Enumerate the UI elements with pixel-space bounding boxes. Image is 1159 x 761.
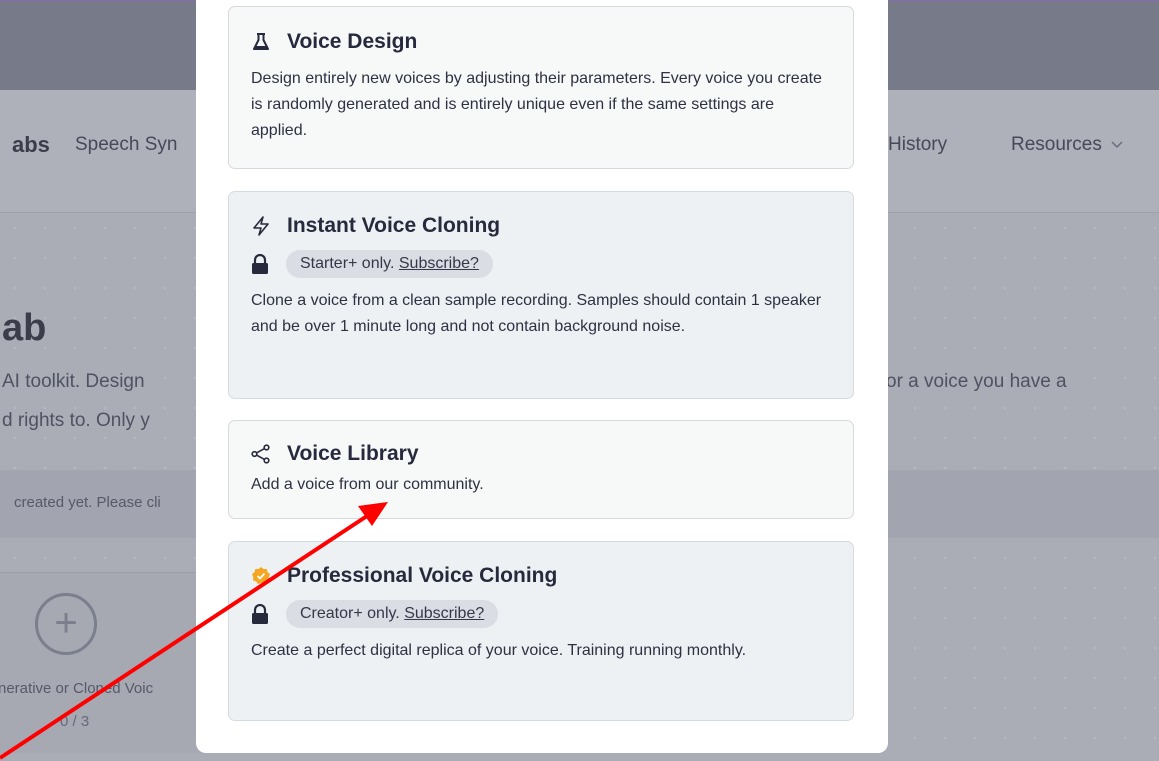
plus-circle-icon[interactable]: +: [35, 593, 97, 655]
subscribe-link[interactable]: Subscribe?: [399, 255, 479, 272]
add-voice-label: nerative or Cloned Voic: [0, 680, 154, 697]
page-description-right-1: or a voice you have a: [886, 371, 1067, 392]
voice-slot-count: 0 / 3: [60, 713, 90, 730]
tier-restriction: Creator+ only. Subscribe?: [251, 600, 831, 628]
tier-badge-text: Creator+ only.: [300, 605, 400, 622]
tier-badge: Creator+ only. Subscribe?: [286, 600, 499, 628]
option-title-label: Voice Design: [287, 30, 418, 53]
nav-resources-label: Resources: [1011, 134, 1102, 155]
tier-restriction: Starter+ only. Subscribe?: [251, 250, 831, 278]
option-professional-voice-cloning-title: Professional Voice Cloning: [251, 564, 831, 588]
lock-icon: [252, 254, 268, 274]
add-voice-modal: Voice Design Design entirely new voices …: [196, 0, 888, 753]
option-voice-library[interactable]: Voice Library Add a voice from our commu…: [228, 420, 854, 519]
notice-text: created yet. Please cli: [14, 494, 161, 511]
flask-icon: [253, 33, 269, 50]
tier-badge-text: Starter+ only.: [300, 255, 395, 272]
subscribe-link[interactable]: Subscribe?: [404, 605, 484, 622]
page-description-left-1: AI toolkit. Design: [2, 371, 145, 392]
option-voice-library-title: Voice Library: [251, 442, 831, 466]
option-professional-voice-cloning[interactable]: Professional Voice Cloning Creator+ only…: [228, 541, 854, 721]
nav-speech-synthesis[interactable]: Speech Syn: [75, 134, 177, 156]
option-voice-design[interactable]: Voice Design Design entirely new voices …: [228, 6, 854, 169]
lock-icon: [252, 604, 268, 624]
option-description: Create a perfect digital replica of your…: [251, 642, 747, 659]
option-title-label: Voice Library: [287, 442, 419, 465]
add-voice-card[interactable]: [0, 572, 210, 753]
option-title-label: Professional Voice Cloning: [287, 564, 558, 587]
chevron-down-icon: [1111, 141, 1123, 149]
option-title-label: Instant Voice Cloning: [287, 214, 501, 237]
nav-resources[interactable]: Resources: [1011, 134, 1123, 156]
brand-logo[interactable]: abs: [12, 132, 50, 158]
nav-history[interactable]: History: [888, 134, 947, 156]
option-description: Clone a voice from a clean sample record…: [251, 292, 822, 335]
tier-badge: Starter+ only. Subscribe?: [286, 250, 493, 278]
option-description: Add a voice from our community.: [251, 476, 484, 493]
option-description: Design entirely new voices by adjusting …: [251, 70, 822, 139]
page-description-left-2: d rights to. Only y: [2, 410, 150, 431]
option-instant-voice-cloning[interactable]: Instant Voice Cloning Starter+ only. Sub…: [228, 191, 854, 399]
verified-badge-icon: [252, 567, 270, 584]
lightning-icon: [253, 216, 269, 236]
option-instant-voice-cloning-title: Instant Voice Cloning: [251, 214, 831, 238]
option-voice-design-title: Voice Design: [251, 30, 831, 54]
share-icon: [251, 444, 270, 464]
page-title: ab: [2, 307, 47, 349]
